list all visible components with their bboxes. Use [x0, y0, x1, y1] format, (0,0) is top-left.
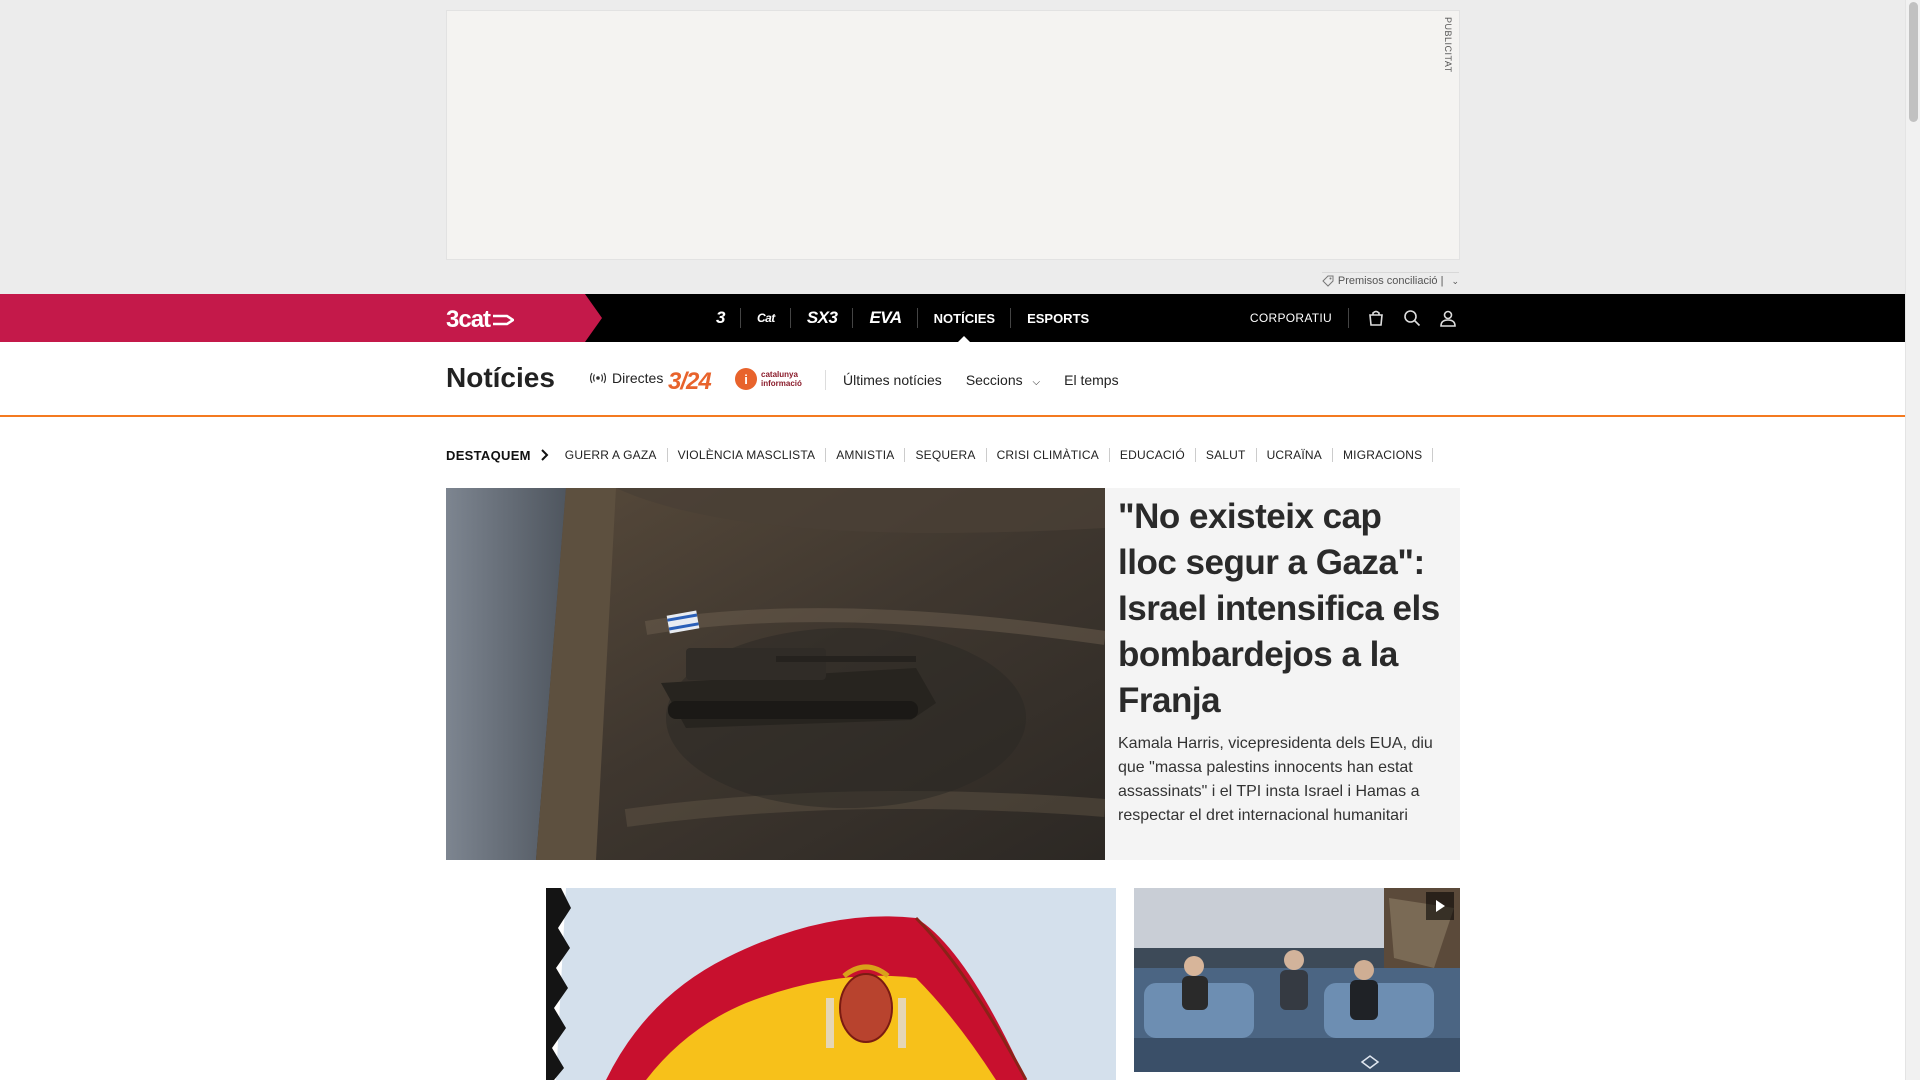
eva-logo-icon: EVA — [869, 308, 902, 327]
ci-logo-icon: i — [735, 368, 757, 390]
tag-educacio[interactable]: EDUCACIÓ — [1110, 448, 1196, 462]
brand-logo[interactable]: 3cat — [446, 306, 515, 334]
channel-tv3[interactable]: 3 — [700, 294, 741, 342]
chevron-down-icon: ⌄ — [1451, 275, 1459, 286]
section-subnav: Últimes notícies Seccions ⌵ El temps — [825, 370, 1119, 390]
dropdown-seccions-label: Seccions — [965, 372, 1023, 388]
ad-area: PUBLICITAT Premisos conciliació | ⌄ — [0, 0, 1905, 294]
logo-324[interactable]: 3/24 — [668, 368, 712, 396]
brand-arrow-icon — [493, 314, 515, 326]
search-icon[interactable] — [1403, 309, 1421, 327]
lead-story[interactable]: "No existeix cap lloc segur a Gaza": Isr… — [446, 488, 1460, 860]
tag-ucraina[interactable]: UCRAÏNA — [1257, 448, 1333, 462]
tag-violencia-masclista[interactable]: VIOLÈNCIA MASCLISTA — [668, 448, 827, 462]
destaquem-bar: DESTAQUEM GUERR A GAZA VIOLÈNCIA MASCLIS… — [446, 445, 1434, 465]
destaquem-title[interactable]: DESTAQUEM — [446, 448, 549, 463]
ad-label: PUBLICITAT — [1443, 17, 1453, 73]
spanish-flag-image — [446, 888, 1116, 1080]
destaquem-label: DESTAQUEM — [446, 447, 531, 463]
sx3-logo-icon: SX3 — [806, 308, 838, 327]
right-nav: CORPORATIU — [1250, 294, 1457, 342]
page-title[interactable]: Notícies — [446, 362, 555, 394]
chevron-down-icon: ⌵ — [1032, 377, 1041, 388]
dropdown-seccions[interactable]: Seccions ⌵ — [966, 372, 1040, 388]
directes-label: Directes — [612, 370, 664, 386]
logo-324-text: 3/24 — [668, 368, 712, 395]
directes-link[interactable]: Directes — [590, 370, 663, 386]
lead-story-image[interactable] — [446, 488, 1105, 860]
channel-noticies-label: NOTÍCIES — [933, 310, 996, 326]
link-el-temps[interactable]: El temps — [1064, 372, 1118, 388]
shop-icon[interactable] — [1367, 309, 1385, 327]
channel-noticies[interactable]: NOTÍCIES — [918, 294, 1012, 342]
channel-list: 3 Cat SX3 EVA NOTÍCIES ESPORTS — [700, 294, 1105, 342]
tank-scene-image — [446, 488, 1105, 860]
channel-esports[interactable]: ESPORTS — [1011, 294, 1105, 342]
story-card-meeting[interactable] — [1134, 888, 1460, 1072]
channel-eva[interactable]: EVA — [853, 294, 918, 342]
story-card-flag[interactable] — [446, 888, 1116, 1080]
tv3-logo-icon: 3 — [716, 308, 725, 327]
ci-logo-text: catalunya informació — [761, 370, 802, 388]
corporate-link[interactable]: CORPORATIU — [1250, 308, 1349, 328]
tag-guerra-gaza[interactable]: GUERR A GAZA — [555, 448, 668, 462]
lead-subhead: Kamala Harris, vicepresidenta dels EUA, … — [1118, 735, 1433, 824]
tag-salut[interactable]: SALUT — [1196, 448, 1257, 462]
channel-catradio[interactable]: Cat — [741, 294, 791, 342]
meeting-photo-image — [1134, 888, 1460, 1072]
scrollbar-thumb[interactable] — [1909, 2, 1918, 122]
chevron-right-icon — [541, 449, 549, 461]
ad-note[interactable]: Premisos conciliació | ⌄ — [1321, 272, 1459, 287]
channel-esports-label: ESPORTS — [1027, 310, 1090, 326]
lead-headline[interactable]: "No existeix cap lloc segur a Gaza": Isr… — [1118, 494, 1448, 724]
tag-icon — [1322, 275, 1334, 287]
video-play-badge[interactable] — [1426, 892, 1454, 920]
link-ultimes-noticies[interactable]: Últimes notícies — [843, 372, 942, 388]
section-header: Notícies Directes 3/24 i catalunya infor… — [0, 342, 1905, 417]
scrollbar[interactable] — [1905, 0, 1920, 1080]
play-icon — [1436, 900, 1445, 912]
channel-sx3[interactable]: SX3 — [791, 294, 854, 342]
user-icon[interactable] — [1439, 309, 1457, 327]
brand-name: 3cat — [446, 306, 491, 333]
catradio-logo-icon: Cat — [756, 311, 775, 325]
tag-migracions[interactable]: MIGRACIONS — [1333, 448, 1434, 462]
tag-crisi-climatica[interactable]: CRISI CLIMÀTICA — [987, 448, 1110, 462]
tag-sequera[interactable]: SEQUERA — [905, 448, 987, 462]
lead-story-text: "No existeix cap lloc segur a Gaza": Isr… — [1118, 494, 1448, 828]
ad-note-text: Premisos conciliació | — [1337, 275, 1444, 287]
live-broadcast-icon — [590, 372, 606, 384]
top-navigation: 3cat 3 Cat SX3 EVA NOTÍCIES ESPORTS CORP… — [0, 294, 1905, 342]
ad-banner[interactable]: PUBLICITAT — [446, 10, 1460, 260]
tag-amnistia[interactable]: AMNISTIA — [826, 448, 906, 462]
logo-catalunya-informacio[interactable]: i catalunya informació — [735, 368, 825, 390]
